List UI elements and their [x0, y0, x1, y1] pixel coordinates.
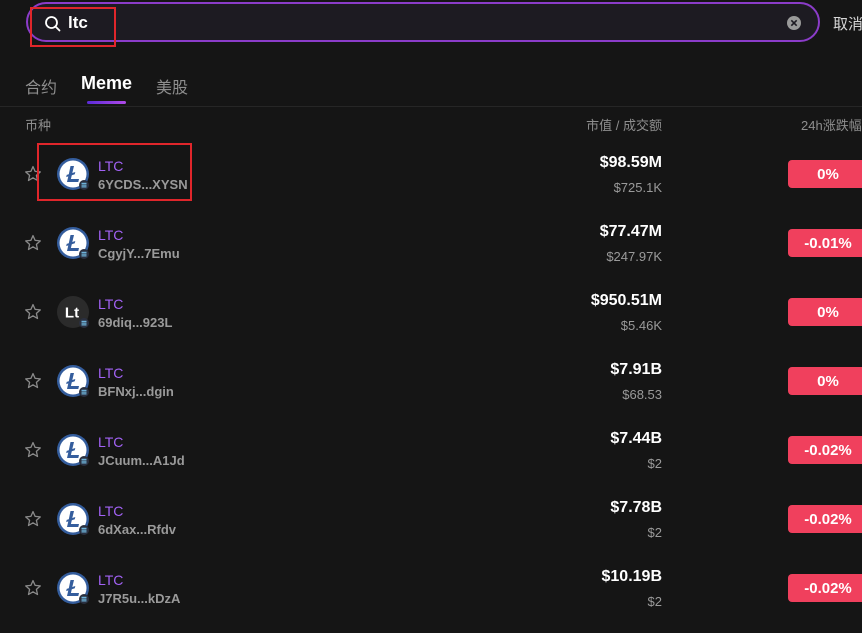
lt-logo-text: Lt [65, 305, 79, 322]
coin-symbol: LTC [98, 227, 124, 243]
market-cap: $98.59M [599, 154, 662, 171]
search-input[interactable] [68, 12, 748, 34]
coin-symbol: LTC [98, 503, 124, 519]
change-badge: -0.01% [788, 229, 862, 257]
clear-icon[interactable] [786, 15, 802, 31]
volume: $2 [647, 525, 662, 540]
coin-address: CgyjY...7Emu [98, 246, 180, 261]
list-item[interactable]: LTC CgyjY...7Emu $77.47M $247.97K -0.01% [0, 208, 862, 277]
volume: $725.1K [613, 180, 662, 195]
volume: $68.53 [622, 387, 662, 402]
tabs-divider [0, 106, 862, 107]
volume: $5.46K [620, 318, 662, 333]
coin-symbol: LTC [98, 158, 124, 174]
volume: $247.97K [606, 249, 662, 264]
tab-meme[interactable]: Meme [81, 73, 132, 104]
change-badge: -0.02% [788, 574, 862, 602]
favorite-star-icon[interactable] [24, 372, 42, 390]
lt-text-logo: Lt [57, 296, 89, 328]
volume: $2 [647, 594, 662, 609]
list-item[interactable]: LTC JCuum...A1Jd $7.44B $2 -0.02% [0, 415, 862, 484]
search-bar[interactable] [26, 2, 820, 42]
market-cap: $7.91B [610, 361, 662, 378]
tab-contract[interactable]: 合约 [25, 74, 57, 98]
coin-address: BFNxj...dgin [98, 384, 174, 399]
column-header-mcap-volume[interactable]: 市值 / 成交额 [586, 115, 662, 134]
coin-address: JCuum...A1Jd [98, 453, 185, 468]
litecoin-logo [57, 158, 89, 190]
coin-symbol: LTC [98, 296, 124, 312]
list-item[interactable]: LTC 6dXax...Rfdv $7.78B $2 -0.02% [0, 484, 862, 553]
favorite-star-icon[interactable] [24, 303, 42, 321]
coin-symbol: LTC [98, 572, 124, 588]
tab-us-stocks[interactable]: 美股 [156, 74, 188, 98]
market-cap: $10.19B [601, 568, 663, 585]
category-tabs: 合约 Meme 美股 [25, 73, 212, 104]
column-header-change[interactable]: 24h涨跌幅 [801, 115, 862, 134]
active-tab-indicator [87, 101, 127, 104]
volume: $2 [647, 456, 662, 471]
litecoin-logo [57, 227, 89, 259]
change-badge: 0% [788, 367, 862, 395]
favorite-star-icon[interactable] [24, 234, 42, 252]
list-item[interactable]: LTC 6YCDS...XYSN $98.59M $725.1K 0% [0, 139, 862, 208]
cancel-button[interactable]: 取消 [833, 13, 862, 34]
change-badge: -0.02% [788, 505, 862, 533]
coin-symbol: LTC [98, 365, 124, 381]
change-badge: -0.02% [788, 436, 862, 464]
coin-symbol: LTC [98, 434, 124, 450]
favorite-star-icon[interactable] [24, 165, 42, 183]
list-item[interactable]: LTC J7R5u...kDzA $10.19B $2 -0.02% [0, 553, 862, 622]
litecoin-logo [57, 365, 89, 397]
coin-address: 6dXax...Rfdv [98, 522, 177, 537]
coin-address: 6YCDS...XYSN [98, 177, 188, 192]
litecoin-logo [57, 503, 89, 535]
market-cap: $950.51M [590, 292, 662, 309]
favorite-star-icon[interactable] [24, 579, 42, 597]
list-item[interactable]: Lt LTC 69diq...923L $950.51M $5.46K 0% [0, 277, 862, 346]
litecoin-logo [57, 434, 89, 466]
search-icon [45, 16, 61, 32]
market-cap: $77.47M [599, 223, 662, 240]
favorite-star-icon[interactable] [24, 510, 42, 528]
change-badge: 0% [788, 298, 862, 326]
litecoin-logo [57, 572, 89, 604]
coin-address: 69diq...923L [98, 315, 173, 330]
favorite-star-icon[interactable] [24, 441, 42, 459]
coin-address: J7R5u...kDzA [98, 591, 181, 606]
market-cap: $7.78B [610, 499, 662, 516]
list-item[interactable]: LTC BFNxj...dgin $7.91B $68.53 0% [0, 346, 862, 415]
column-header-coin: 币种 [25, 118, 52, 133]
change-badge: 0% [788, 160, 862, 188]
market-cap: $7.44B [610, 430, 662, 447]
